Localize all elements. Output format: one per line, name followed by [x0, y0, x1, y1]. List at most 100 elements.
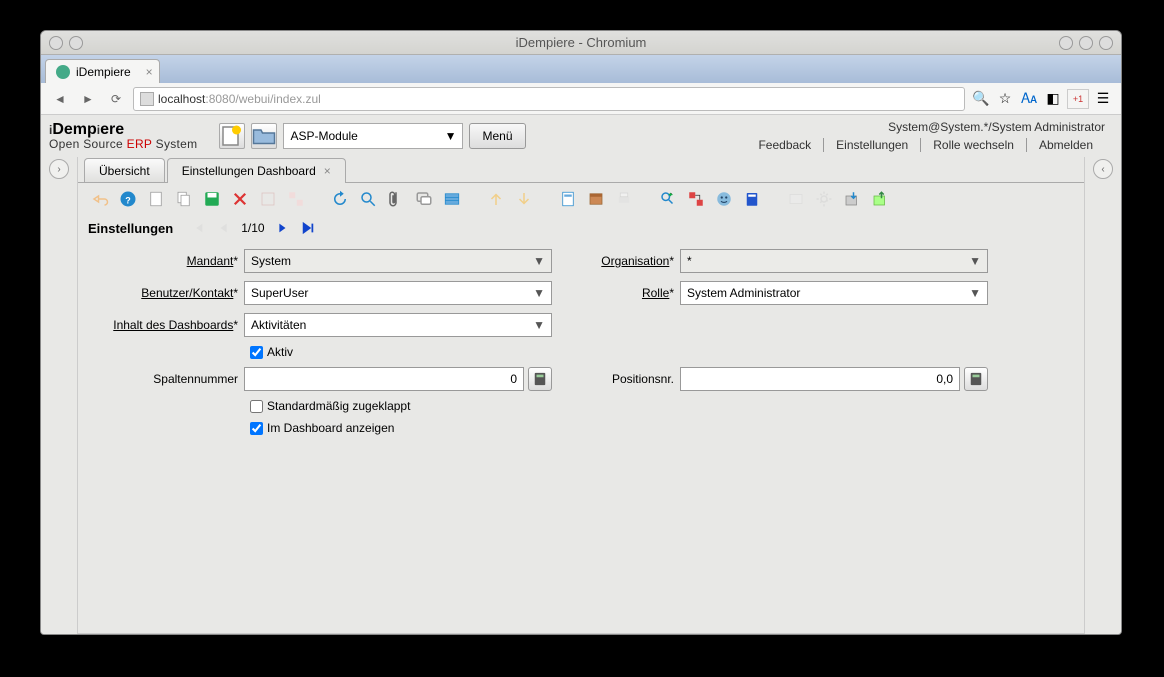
- next-record-button[interactable]: [273, 219, 291, 237]
- chevron-down-icon: ▼: [969, 286, 981, 300]
- expand-right-icon[interactable]: ‹: [1093, 159, 1113, 179]
- refresh-icon[interactable]: [328, 187, 352, 211]
- app-content: iDempiere Open Source ERP System ASP-Mod…: [41, 115, 1121, 634]
- user-info: System@System.*/System Administrator: [888, 120, 1105, 134]
- tab-bar: Übersicht Einstellungen Dashboard ×: [78, 157, 1084, 183]
- pager-title: Einstellungen: [88, 221, 173, 236]
- label-show: Im Dashboard anzeigen: [267, 421, 394, 435]
- window-maximize-icon[interactable]: [1079, 36, 1093, 50]
- zoom-across-icon[interactable]: [656, 187, 680, 211]
- import-icon[interactable]: [868, 187, 892, 211]
- field-content[interactable]: Aktivitäten ▼: [244, 313, 552, 337]
- detail-icon: [512, 187, 536, 211]
- help-icon[interactable]: ?: [116, 187, 140, 211]
- label-position: Positionsnr.: [568, 372, 680, 386]
- search-icon[interactable]: [356, 187, 380, 211]
- module-select[interactable]: ASP-Module ▼: [283, 123, 463, 149]
- chevron-down-icon: ▼: [969, 254, 981, 268]
- open-button[interactable]: [251, 123, 277, 149]
- new-tab-button[interactable]: [160, 59, 200, 83]
- parent-icon: [484, 187, 508, 211]
- menu-button[interactable]: Menü: [469, 123, 525, 149]
- app-logo: iDempiere Open Source ERP System: [49, 122, 197, 150]
- field-position[interactable]: [680, 367, 960, 391]
- input-position[interactable]: [687, 372, 953, 386]
- chevron-down-icon: ▼: [533, 286, 545, 300]
- zoom-icon[interactable]: 🔍: [971, 89, 991, 109]
- form: Mandant* System ▼ Organisation* * ▼: [78, 241, 1084, 451]
- page-icon: [140, 92, 154, 106]
- link-preferences[interactable]: Einstellungen: [824, 138, 921, 152]
- url-path: /webui/index.zul: [235, 92, 320, 106]
- report-icon[interactable]: [556, 187, 580, 211]
- chevron-down-icon: ▼: [445, 129, 457, 143]
- copy-icon[interactable]: [172, 187, 196, 211]
- request-icon[interactable]: [712, 187, 736, 211]
- app-header: iDempiere Open Source ERP System ASP-Mod…: [41, 115, 1121, 157]
- attachment-icon[interactable]: [384, 187, 408, 211]
- window-menu-icon[interactable]: [49, 36, 63, 50]
- forward-button[interactable]: ►: [77, 88, 99, 110]
- checkbox-collapsed[interactable]: [250, 400, 263, 413]
- link-logout[interactable]: Abmelden: [1027, 138, 1105, 152]
- field-user-value: SuperUser: [251, 286, 308, 300]
- product-info-icon[interactable]: [740, 187, 764, 211]
- archive-icon[interactable]: [584, 187, 608, 211]
- translate-icon[interactable]: 🗛: [1019, 89, 1039, 109]
- new-record-button[interactable]: [219, 123, 245, 149]
- label-role: Rolle*: [568, 286, 680, 300]
- new-icon[interactable]: [144, 187, 168, 211]
- link-feedback[interactable]: Feedback: [746, 138, 824, 152]
- calculator-icon[interactable]: [528, 367, 552, 391]
- export-icon[interactable]: [840, 187, 864, 211]
- field-user[interactable]: SuperUser ▼: [244, 281, 552, 305]
- expand-left-icon[interactable]: ›: [49, 159, 69, 179]
- field-organisation-value: *: [687, 254, 692, 268]
- reload-button[interactable]: ⟳: [105, 88, 127, 110]
- checkbox-active[interactable]: [250, 346, 263, 359]
- window-title: iDempiere - Chromium: [516, 35, 647, 50]
- checkbox-show[interactable]: [250, 422, 263, 435]
- bookmark-icon[interactable]: ☆: [995, 89, 1015, 109]
- calculator-icon[interactable]: [964, 367, 988, 391]
- tab-overview[interactable]: Übersicht: [84, 158, 165, 182]
- field-content-value: Aktivitäten: [251, 318, 306, 332]
- field-column[interactable]: [244, 367, 524, 391]
- browser-tab-active[interactable]: iDempiere ×: [45, 59, 160, 83]
- cancel-icon: [256, 187, 280, 211]
- undo-icon: [88, 187, 112, 211]
- chevron-down-icon: ▼: [533, 254, 545, 268]
- label-collapsed: Standardmäßig zugeklappt: [267, 399, 410, 413]
- save-icon[interactable]: [200, 187, 224, 211]
- delete-icon[interactable]: [228, 187, 252, 211]
- last-record-button[interactable]: [299, 219, 317, 237]
- label-active: Aktiv: [267, 345, 293, 359]
- extension-icon[interactable]: ◧: [1043, 89, 1063, 109]
- browser-toolbar: ◄ ► ⟳ localhost:8080/webui/index.zul 🔍 ☆…: [41, 83, 1121, 115]
- link-change-role[interactable]: Rolle wechseln: [921, 138, 1027, 152]
- field-mandant[interactable]: System ▼: [244, 249, 552, 273]
- svg-text:?: ?: [125, 196, 131, 206]
- url-port: :8080: [205, 92, 235, 106]
- gplus-icon[interactable]: +1: [1067, 89, 1089, 109]
- url-input[interactable]: localhost:8080/webui/index.zul: [133, 87, 965, 111]
- grid-icon[interactable]: [440, 187, 464, 211]
- browser-tab-label: iDempiere: [76, 65, 131, 79]
- toolbar: ?: [78, 183, 1084, 215]
- label-user: Benutzer/Kontakt*: [88, 286, 244, 300]
- window-pin-icon[interactable]: [69, 36, 83, 50]
- back-button[interactable]: ◄: [49, 88, 71, 110]
- input-column[interactable]: [251, 372, 517, 386]
- chat-icon[interactable]: [412, 187, 436, 211]
- favicon-icon: [56, 65, 70, 79]
- tab-settings-dashboard[interactable]: Einstellungen Dashboard ×: [167, 158, 346, 182]
- close-icon[interactable]: ×: [324, 164, 331, 178]
- window-close-icon[interactable]: [1099, 36, 1113, 50]
- window-minimize-icon[interactable]: [1059, 36, 1073, 50]
- field-role[interactable]: System Administrator ▼: [680, 281, 988, 305]
- menu-icon[interactable]: ☰: [1093, 89, 1113, 109]
- active-workflow-icon[interactable]: [684, 187, 708, 211]
- close-icon[interactable]: ×: [146, 65, 153, 79]
- gear-icon: [812, 187, 836, 211]
- field-organisation[interactable]: * ▼: [680, 249, 988, 273]
